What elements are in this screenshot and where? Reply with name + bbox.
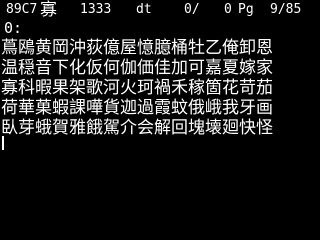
char-code: 89C7 xyxy=(6,2,38,17)
char-count: 1333 xyxy=(80,2,112,17)
kanji-row[interactable]: 臥芽蛾賀雅餓駕介会解回塊壊廻快怪 xyxy=(0,118,320,138)
kanji-row[interactable]: 温穏音下化仮何伽価佳加可嘉夏嫁家 xyxy=(0,58,320,78)
terminal-screen: 89C7 寡 1333 dt 0/ 0 Pg 9/85 0: 蔦鴎黄岡沖荻億屋憶… xyxy=(0,0,320,240)
kanji-row[interactable]: 蔦鴎黄岡沖荻億屋憶臆桶牡乙俺卸恩 xyxy=(0,38,320,58)
status-slash-value: 0/ xyxy=(184,2,200,17)
page-indicator: 9/85 xyxy=(270,2,302,17)
kanji-grid[interactable]: 蔦鴎黄岡沖荻億屋憶臆桶牡乙俺卸恩 温穏音下化仮何伽価佳加可嘉夏嫁家 寡科暇果架歌… xyxy=(0,38,320,138)
current-char: 寡 xyxy=(40,0,57,20)
input-mode: dt xyxy=(136,2,152,17)
page-label: Pg xyxy=(238,2,254,17)
kanji-row[interactable]: 荷華菓蝦課嘩貨迦過霞蚊俄峨我牙画 xyxy=(0,98,320,118)
status-zero-value: 0 xyxy=(224,2,232,17)
kanji-row[interactable]: 寡科暇果架歌河火珂禍禾稼箇花苛茄 xyxy=(0,78,320,98)
input-prompt[interactable]: 0: xyxy=(4,18,22,38)
status-bar: 89C7 寡 1333 dt 0/ 0 Pg 9/85 xyxy=(0,0,320,20)
text-cursor xyxy=(2,136,4,150)
